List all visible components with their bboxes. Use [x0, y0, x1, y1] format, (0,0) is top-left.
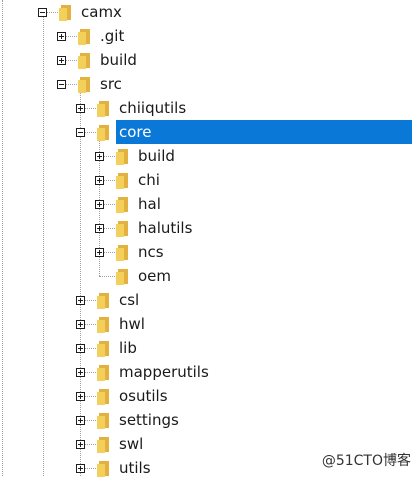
expand-plus-icon[interactable]	[76, 344, 85, 353]
tree-row[interactable]: ncs	[0, 240, 419, 264]
toggle-bar	[80, 466, 81, 471]
folder-icon	[96, 412, 111, 429]
folder-icon	[115, 268, 130, 285]
expand-plus-icon[interactable]	[76, 320, 85, 329]
folder-icon	[115, 244, 130, 261]
tree-row[interactable]: osutils	[0, 384, 419, 408]
toggle-bar	[99, 250, 100, 255]
expand-plus-icon[interactable]	[76, 392, 85, 401]
toggle-bar	[80, 346, 81, 351]
tree-item-label[interactable]: utils	[116, 456, 154, 480]
collapse-minus-icon[interactable]	[76, 128, 85, 137]
expand-plus-icon[interactable]	[76, 416, 85, 425]
tree-item-label[interactable]: swl	[116, 432, 146, 456]
tree-item-label[interactable]: csl	[116, 288, 142, 312]
toggle-bar	[59, 84, 64, 85]
expand-plus-icon[interactable]	[95, 176, 104, 185]
tree-item-label[interactable]: oem	[135, 264, 174, 288]
tree-row[interactable]: .git	[0, 24, 419, 48]
tree-item-label[interactable]: chi	[135, 168, 163, 192]
folder-icon	[115, 196, 130, 213]
tree-item-label[interactable]: osutils	[116, 384, 171, 408]
tree-connector	[99, 276, 115, 277]
folder-icon	[96, 364, 111, 381]
tree-item-label[interactable]: hwl	[116, 312, 148, 336]
folder-tree: camx .git build src chiiqutils core build chi ha…	[0, 0, 419, 477]
tree-item-label[interactable]: ncs	[135, 240, 167, 264]
toggle-bar	[99, 202, 100, 207]
tree-item-label[interactable]: build	[97, 48, 140, 72]
folder-icon	[96, 124, 111, 141]
expand-plus-icon[interactable]	[95, 200, 104, 209]
tree-row[interactable]: src	[0, 72, 419, 96]
toggle-bar	[80, 298, 81, 303]
folder-icon	[96, 460, 111, 477]
toggle-bar	[99, 178, 100, 183]
folder-icon	[77, 28, 92, 45]
toggle-bar	[80, 370, 81, 375]
tree-item-label[interactable]: .git	[97, 24, 127, 48]
tree-item-label[interactable]: src	[97, 72, 125, 96]
folder-icon	[77, 76, 92, 93]
folder-icon	[58, 4, 73, 21]
watermark: @51CTO博客	[319, 450, 413, 470]
tree-row[interactable]: chi	[0, 168, 419, 192]
tree-item-label[interactable]: halutils	[135, 216, 195, 240]
tree-row[interactable]: oem	[0, 264, 419, 288]
tree-row[interactable]: hwl	[0, 312, 419, 336]
expand-plus-icon[interactable]	[57, 32, 66, 41]
folder-icon	[115, 220, 130, 237]
toggle-bar	[99, 226, 100, 231]
toggle-bar	[40, 12, 45, 13]
toggle-bar	[80, 442, 81, 447]
tree-item-label[interactable]: build	[135, 144, 178, 168]
tree-row[interactable]: build	[0, 48, 419, 72]
collapse-minus-icon[interactable]	[38, 8, 47, 17]
folder-icon	[96, 340, 111, 357]
tree-item-label[interactable]: settings	[116, 408, 182, 432]
expand-plus-icon[interactable]	[95, 152, 104, 161]
tree-item-label[interactable]: mapperutils	[116, 360, 212, 384]
toggle-bar	[80, 394, 81, 399]
expand-plus-icon[interactable]	[76, 440, 85, 449]
folder-icon	[115, 148, 130, 165]
toggle-bar	[99, 154, 100, 159]
toggle-bar	[80, 106, 81, 111]
folder-icon	[115, 172, 130, 189]
tree-row[interactable]: lib	[0, 336, 419, 360]
tree-row[interactable]: chiiqutils	[0, 96, 419, 120]
toggle-bar	[61, 58, 62, 63]
tree-row[interactable]: csl	[0, 288, 419, 312]
expand-plus-icon[interactable]	[76, 296, 85, 305]
tree-row[interactable]: settings	[0, 408, 419, 432]
toggle-bar	[78, 132, 83, 133]
tree-row[interactable]: halutils	[0, 216, 419, 240]
tree-item-label[interactable]: chiiqutils	[116, 96, 189, 120]
tree-item-label[interactable]: hal	[135, 192, 164, 216]
tree-row[interactable]: hal	[0, 192, 419, 216]
folder-icon	[96, 436, 111, 453]
tree-item-label[interactable]: camx	[78, 0, 125, 24]
expand-plus-icon[interactable]	[95, 224, 104, 233]
toggle-bar	[61, 34, 62, 39]
tree-row[interactable]: build	[0, 144, 419, 168]
expand-plus-icon[interactable]	[76, 464, 85, 473]
toggle-bar	[80, 322, 81, 327]
tree-row[interactable]: camx	[0, 0, 419, 24]
tree-row[interactable]: core	[0, 120, 419, 144]
expand-plus-icon[interactable]	[76, 104, 85, 113]
expand-plus-icon[interactable]	[76, 368, 85, 377]
folder-icon	[96, 292, 111, 309]
expand-plus-icon[interactable]	[95, 248, 104, 257]
folder-icon	[96, 100, 111, 117]
expand-plus-icon[interactable]	[57, 56, 66, 65]
folder-icon	[96, 388, 111, 405]
folder-icon	[96, 316, 111, 333]
folder-icon	[77, 52, 92, 69]
collapse-minus-icon[interactable]	[57, 80, 66, 89]
tree-item-label[interactable]: lib	[116, 336, 140, 360]
toggle-bar	[80, 418, 81, 423]
tree-item-label[interactable]: core	[116, 120, 412, 144]
tree-row[interactable]: mapperutils	[0, 360, 419, 384]
